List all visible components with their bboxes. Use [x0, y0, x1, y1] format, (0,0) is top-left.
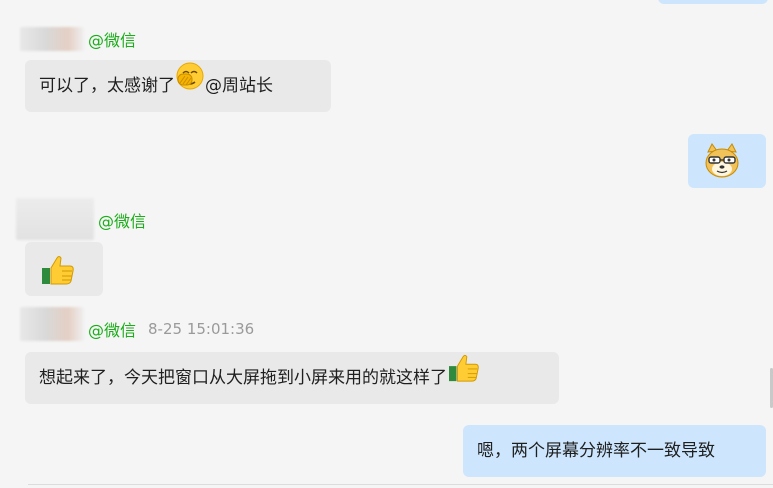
incoming-message-bubble[interactable]: [25, 242, 103, 296]
avatar[interactable]: [20, 307, 84, 341]
sender-line: @微信 8-25 15:01:36: [20, 307, 255, 341]
incoming-message-bubble[interactable]: 可以了，太感谢了 @周站长: [25, 60, 331, 112]
facepalm-emoji-icon: [175, 60, 205, 112]
message-text: 可以了，太感谢了: [39, 76, 175, 96]
doge-emoji-icon: [703, 142, 741, 201]
avatar[interactable]: [20, 27, 84, 51]
outgoing-message-bubble[interactable]: [688, 134, 766, 188]
sender-line: [16, 196, 98, 240]
divider: [28, 484, 773, 485]
message-text: 嗯，两个屏幕分辨率不一致导致: [477, 441, 715, 461]
chat-message-list: @微信 可以了，太感谢了 @周站长 @微信 @微信 8-25 15:01:36 …: [0, 0, 773, 488]
message-text: 想起来了，今天把窗口从大屏拖到小屏来用的就这样了: [39, 368, 447, 388]
sender-line: @微信: [20, 27, 136, 51]
sender-name[interactable]: @微信: [88, 317, 136, 341]
outgoing-bubble-partial: [658, 0, 768, 4]
outgoing-message-bubble[interactable]: 嗯，两个屏幕分辨率不一致导致: [463, 425, 766, 477]
avatar[interactable]: [16, 198, 94, 240]
thumbs-up-emoji-icon: [448, 352, 480, 404]
incoming-message-bubble[interactable]: 想起来了，今天把窗口从大屏拖到小屏来用的就这样了: [25, 352, 559, 404]
message-timestamp: 8-25 15:01:36: [148, 320, 255, 338]
sender-line: @微信: [98, 208, 146, 232]
thumbs-up-emoji-icon: [41, 254, 75, 307]
sender-name[interactable]: @微信: [98, 208, 146, 232]
mention-text[interactable]: @周站长: [205, 76, 273, 96]
sender-name[interactable]: @微信: [88, 27, 136, 51]
